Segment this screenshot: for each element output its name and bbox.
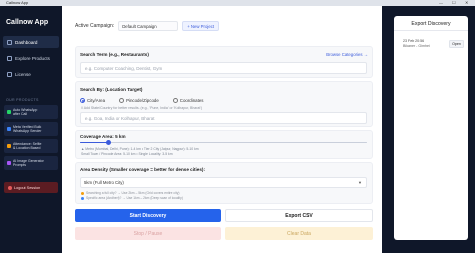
radio-label: Pincode/Zipcode [126,98,159,103]
whatsapp-icon [7,110,11,114]
search-card: Search Term (e.g., Restaurants) Browse C… [75,46,373,78]
sparkle-icon [7,161,11,165]
product-label: AI Image Generator Prompts [13,159,44,167]
coverage-slider-fill [80,142,109,144]
nav-license[interactable]: License [3,68,59,80]
export-csv-button[interactable]: Export CSV [225,209,373,222]
product-auto-whatsapp[interactable]: Auto WhatsApp after Call [4,105,58,119]
coverage-slider[interactable] [80,140,367,146]
nav-label: License [15,71,31,77]
grid-icon [7,55,12,61]
radio-dot [172,98,178,103]
pin-icon [81,196,84,200]
product-label: Meta Verified Bulk WhatsApp Sender [13,125,42,133]
nav-label: Dashboard [15,39,38,45]
density-card: Area Density (Smaller coverage = better … [75,162,373,204]
new-project-button[interactable]: + New Project [182,21,220,31]
density-note-text: Searching a full city? → Use 2km – 5km (… [86,191,180,195]
export-card: Export Discovery 23 Feb 20:56 Bikaner - … [394,16,468,240]
location-card: Search By: (Location Target) City/Area P… [75,81,373,127]
radio-label: City/Area [87,98,106,103]
radio-pincode[interactable]: Pincode/Zipcode [119,98,159,103]
products-section-label: OUR PRODUCTS [6,98,39,102]
clear-data-button[interactable]: Clear Data [225,227,373,240]
chevron-down-icon: ▼ [358,180,362,185]
coverage-note-1: ▲ Metro (Mumbai, Delhi, Pune): 1-4 km • … [81,147,199,151]
divider [394,30,468,31]
location-label: Search By: (Location Target) [80,87,143,92]
density-select-value: 5km (Full Metro City) [84,180,124,185]
nav-dashboard[interactable]: Dashboard [3,36,59,48]
search-term-input[interactable]: e.g. Computer Coaching, Dentist, Gym [80,62,367,74]
main-panel: Active Campaign: Default Campaign + New … [62,6,382,253]
radio-dot [119,98,125,103]
radio-coordinates[interactable]: Coordinates [172,98,204,103]
export-panel: Export Discovery 23 Feb 20:56 Bikaner - … [382,6,475,253]
campaign-select[interactable]: Default Campaign [118,21,179,31]
export-item-location: Bikaner - Gimhei [403,44,430,48]
key-icon [7,71,12,77]
send-icon [7,127,11,131]
coverage-slider-thumb[interactable] [106,140,112,146]
location-mode-group: City/Area Pincode/Zipcode Coordinates [80,98,203,103]
logout-button[interactable]: Logout Session [4,182,58,193]
sidebar: Callnow App Dashboard Explore Products L… [0,6,62,253]
export-panel-title: Export Discovery [411,21,451,27]
location-input[interactable]: e.g. Goa, India or Kolhapur, Bharat [80,112,367,124]
radio-city-area[interactable]: City/Area [80,98,105,103]
nav-label: Explore Products [15,55,50,61]
dashboard-icon [7,39,12,45]
camera-icon [7,144,11,148]
product-attendance[interactable]: Attendance: Selfie & Location Based [4,139,58,153]
start-discovery-button[interactable]: Start Discovery [75,209,221,222]
export-open-button[interactable]: Open [449,40,464,48]
radio-label: Coordinates [179,98,204,103]
logout-label: Logout Session [14,185,41,190]
density-label: Area Density (Smaller coverage = better … [80,167,205,172]
radio-dot [80,98,85,103]
info-icon [81,191,84,195]
density-select[interactable]: 5km (Full Metro City) ▼ [80,177,367,188]
density-note-text: Specific area (Andheri)? → Use 1km – 2km… [86,196,183,200]
coverage-note-2: Small Town / Pincode Area: 5-10 km • Sin… [81,152,173,156]
browse-categories-link[interactable]: Browse Categories → [326,52,368,57]
export-item-date: 23 Feb 20:56 [403,39,425,43]
density-note-2: Specific area (Andheri)? → Use 1km – 2km… [81,196,183,200]
nav-explore-products[interactable]: Explore Products [3,52,59,64]
coverage-card: Coverage Area: 5 km ▲ Metro (Mumbai, Del… [75,130,373,159]
product-ai-image[interactable]: AI Image Generator Prompts [4,156,58,170]
product-label: Auto WhatsApp after Call [13,108,38,116]
stop-pause-button[interactable]: Stop / Pause [75,227,221,240]
search-term-label: Search Term (e.g., Restaurants) [80,52,149,57]
product-label: Attendance: Selfie & Location Based [13,142,42,150]
product-bulk-sender[interactable]: Meta Verified Bulk WhatsApp Sender [4,122,58,136]
power-icon [8,185,12,190]
location-hint: // Add State/Country for better results.… [81,106,203,110]
coverage-label: Coverage Area: 5 km [80,134,126,139]
density-note-1: Searching a full city? → Use 2km – 5km (… [81,191,179,195]
campaign-bar: Active Campaign: Default Campaign + New … [75,21,220,31]
app-brand: Callnow App [6,19,49,26]
campaign-label: Active Campaign: [75,23,115,29]
